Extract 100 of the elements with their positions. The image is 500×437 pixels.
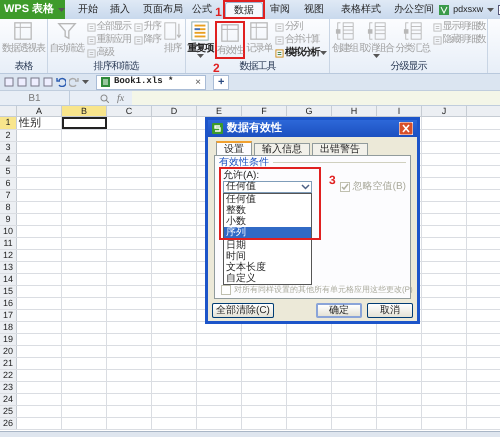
row-header[interactable]: 11	[0, 238, 17, 249]
menu-tab[interactable]: 审阅	[265, 0, 296, 19]
group-label: 排序和筛选	[94, 61, 138, 73]
row-header[interactable]: 20	[0, 346, 17, 357]
dropdown-option[interactable]: 文本长度	[224, 262, 311, 273]
chevron-down-icon	[300, 183, 310, 191]
row-header[interactable]: 23	[0, 382, 17, 393]
group-label: 分级显示	[390, 61, 426, 73]
menu-tab[interactable]: 表格样式	[333, 0, 390, 19]
column-header[interactable]: H	[332, 106, 377, 116]
funnel-icon	[56, 21, 76, 41]
document-tab[interactable]: Book1.xls * ×	[96, 74, 206, 90]
row-header[interactable]: 16	[0, 298, 17, 309]
row-header[interactable]: 12	[0, 250, 17, 261]
row-header[interactable]: 3	[0, 142, 17, 153]
list-icon	[134, 36, 142, 44]
row-header[interactable]: 6	[0, 178, 17, 189]
document-title: Book1.xls *	[114, 75, 174, 88]
row-header[interactable]: 8	[0, 202, 17, 213]
list-icon	[86, 22, 96, 32]
undo-icon[interactable]	[56, 77, 66, 87]
ribbon-small-button[interactable]: 模拟分析	[275, 47, 327, 59]
list-icon	[275, 22, 284, 32]
dropdown-option[interactable]: 自定义	[224, 273, 311, 284]
ribbon-button[interactable]: 重复项	[188, 21, 213, 58]
menu-tab[interactable]: 公式	[189, 0, 216, 19]
dialog-button[interactable]: 全部清除(C)	[212, 302, 274, 318]
dropdown-option[interactable]: 时间	[224, 251, 311, 262]
spreadsheet-icon	[101, 77, 110, 87]
row-header[interactable]: 1	[0, 117, 17, 129]
column-header[interactable]: B	[62, 106, 107, 116]
field-label: 允许(A):	[223, 170, 260, 181]
menu-tab[interactable]: 插入	[103, 0, 138, 19]
caret-icon	[58, 8, 66, 12]
row-header[interactable]: 2	[0, 130, 17, 141]
caret-icon	[320, 51, 327, 55]
row-header[interactable]: 18	[0, 322, 17, 333]
row-header[interactable]: 17	[0, 310, 17, 321]
user-name: pdxsxw	[453, 2, 484, 16]
row-header[interactable]: 22	[0, 370, 17, 381]
sort-icon	[162, 21, 182, 41]
column-header[interactable]: C	[107, 106, 152, 116]
check-icon	[340, 183, 349, 191]
menu-tab[interactable]: 办公空间	[389, 0, 440, 19]
dropdown-option[interactable]: 整数	[224, 205, 311, 216]
row-header[interactable]: 26	[0, 418, 17, 429]
name-box[interactable]: B1	[0, 91, 70, 105]
formula-field[interactable]	[132, 91, 500, 105]
menu-tab[interactable]: 开始	[73, 0, 104, 19]
row-header[interactable]: 10	[0, 226, 17, 237]
row-header[interactable]: 5	[0, 166, 17, 177]
close-tab-button[interactable]: ×	[195, 74, 201, 90]
column-header[interactable]: J	[422, 106, 467, 116]
app-menu-button[interactable]: WPS 表格	[0, 0, 66, 19]
dialog-title: 数据有效性	[227, 120, 282, 136]
new-tab-button[interactable]: +	[213, 74, 230, 90]
list-icon	[432, 36, 442, 44]
caret-icon	[82, 80, 89, 84]
row-header[interactable]: 25	[0, 406, 17, 417]
list-icon	[86, 48, 96, 58]
column-header[interactable]: E	[197, 106, 242, 116]
app-logo-icon	[212, 123, 223, 134]
dropdown-option[interactable]: 日期	[224, 240, 311, 251]
row-header[interactable]: 7	[0, 190, 17, 201]
grid-icon	[13, 21, 34, 41]
table-cell[interactable]: 性别	[17, 117, 62, 129]
group-icon	[366, 21, 386, 41]
function-button[interactable]: fx	[117, 90, 124, 106]
zoom-icon[interactable]	[100, 94, 109, 102]
menu-tab[interactable]: 视图	[295, 0, 334, 19]
dropdown-option[interactable]: 小数	[224, 216, 311, 227]
row-header[interactable]: 15	[0, 286, 17, 297]
list-icon	[86, 36, 96, 44]
row-header[interactable]: 24	[0, 394, 17, 405]
row-header[interactable]: 4	[0, 154, 17, 165]
dialog-tab[interactable]: 出错警告	[312, 143, 368, 155]
dropdown-option[interactable]: 任何值	[224, 194, 311, 205]
column-header[interactable]: G	[287, 106, 332, 116]
dialog-button[interactable]: 确定	[316, 302, 362, 318]
table-cell[interactable]	[62, 117, 107, 129]
dialog-tab[interactable]: 设置	[216, 141, 252, 155]
row-header[interactable]: 9	[0, 214, 17, 225]
caret-icon	[196, 54, 204, 58]
menu-tab[interactable]: 数据	[225, 2, 264, 17]
allow-dropdown[interactable]: 任何值	[223, 181, 312, 193]
close-icon[interactable]	[399, 122, 413, 135]
group-icon	[334, 21, 355, 41]
column-header[interactable]: I	[377, 106, 422, 116]
menu-tab[interactable]: 页面布局	[137, 0, 190, 19]
row-header[interactable]: 21	[0, 358, 17, 369]
dialog-tab[interactable]: 输入信息	[254, 143, 310, 155]
row-header[interactable]: 13	[0, 262, 17, 273]
list-icon	[134, 22, 142, 32]
dialog-button[interactable]: 取消	[367, 302, 413, 318]
row-header[interactable]: 14	[0, 274, 17, 285]
column-header[interactable]: F	[242, 106, 287, 116]
row-header[interactable]: 19	[0, 334, 17, 345]
list-icon	[275, 48, 284, 58]
column-header[interactable]: D	[152, 106, 197, 116]
step-number: 3	[329, 174, 336, 187]
